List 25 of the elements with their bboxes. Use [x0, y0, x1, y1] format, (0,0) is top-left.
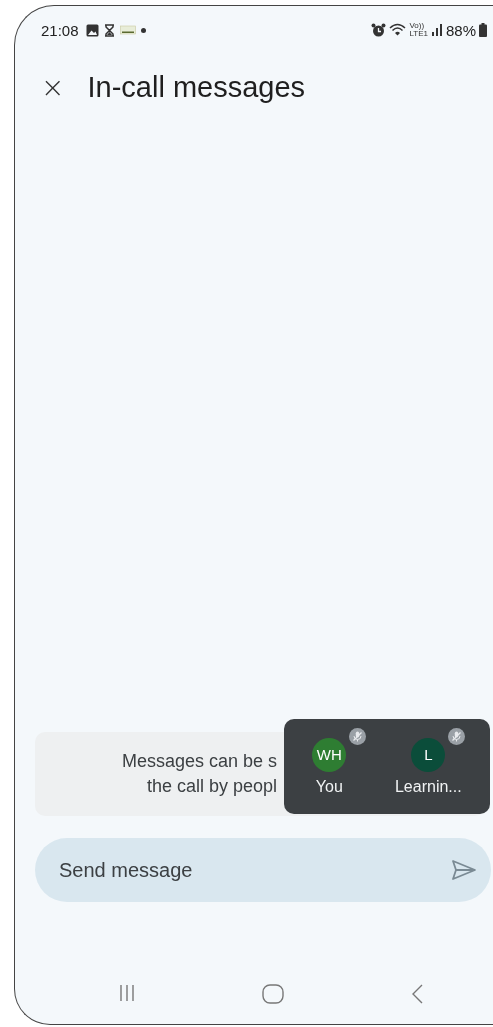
app-icon	[119, 25, 136, 35]
close-button[interactable]: ×	[37, 73, 69, 102]
avatar: L	[411, 737, 446, 772]
home-button[interactable]	[262, 984, 284, 1004]
alarm-icon	[371, 23, 387, 37]
network-label: LTE1	[409, 30, 428, 38]
signal-icon	[430, 24, 443, 36]
page-title: In-call messages	[87, 71, 306, 104]
participant-name: Learnin...	[394, 777, 462, 796]
image-icon	[85, 23, 99, 37]
dot-icon	[140, 27, 146, 33]
message-field[interactable]: Send message	[35, 838, 491, 902]
info-text: Messages can be s	[121, 750, 277, 773]
wifi-icon	[389, 23, 407, 37]
battery-percent: 88%	[445, 21, 476, 39]
recent-apps-button[interactable]	[119, 984, 135, 1002]
participant-name: You	[315, 777, 343, 796]
avatar: WH	[312, 737, 347, 772]
hourglass-icon	[103, 23, 115, 37]
battery-icon	[479, 23, 487, 37]
network-label: Vo))	[409, 22, 425, 30]
back-button[interactable]	[411, 984, 423, 1004]
send-button[interactable]	[451, 859, 477, 881]
clock-time: 21:08	[41, 21, 79, 39]
info-text: the call by peopl	[146, 775, 277, 798]
